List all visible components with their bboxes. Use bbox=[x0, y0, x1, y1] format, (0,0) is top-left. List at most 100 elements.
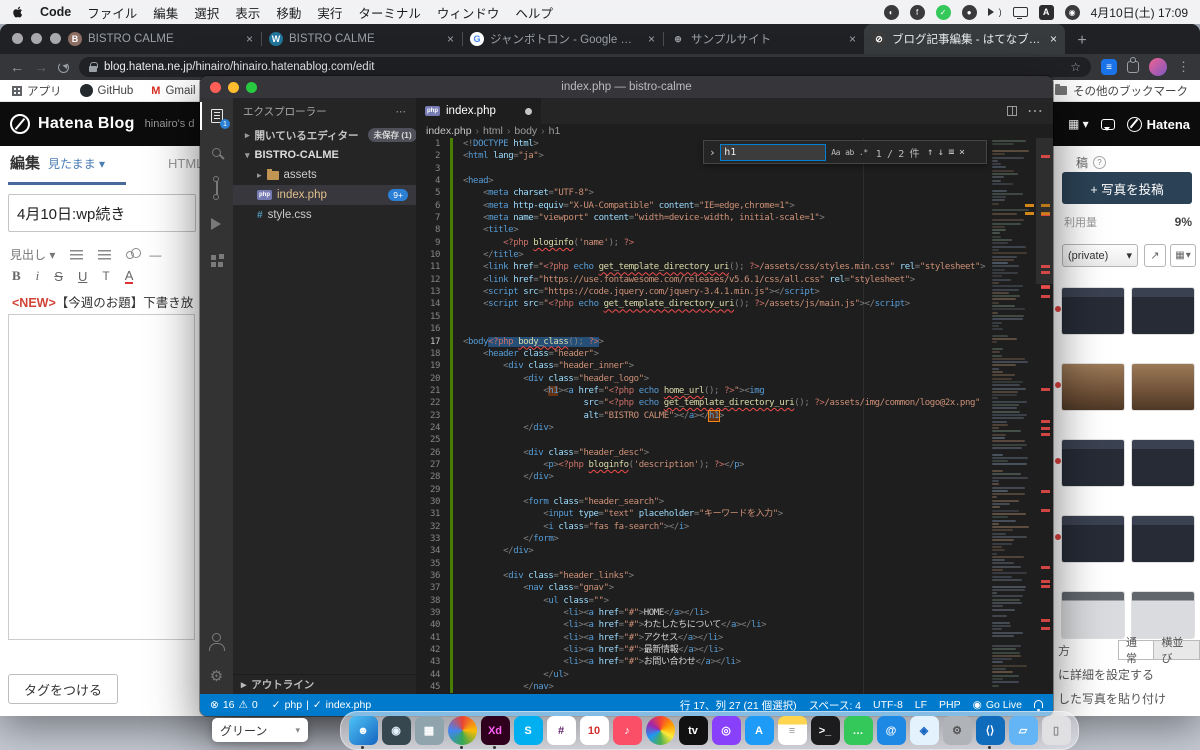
dock-calendar-icon[interactable]: 10 bbox=[579, 714, 609, 748]
code-line[interactable]: 15 bbox=[416, 310, 1053, 324]
new-tab-button[interactable]: + bbox=[1069, 28, 1095, 54]
accounts-icon[interactable] bbox=[200, 622, 233, 658]
photo-thumbnail[interactable] bbox=[1062, 288, 1124, 334]
outline-section[interactable]: ▸ アウトライン bbox=[233, 674, 416, 694]
file-index-php[interactable]: php index.php 9+ bbox=[233, 185, 416, 205]
browser-menu-icon[interactable]: ⋮ bbox=[1177, 59, 1190, 75]
menu-record-icon[interactable]: ● bbox=[961, 4, 977, 20]
dock-chrome-icon[interactable] bbox=[447, 714, 477, 749]
php-status[interactable]: ✓ php | ✓ index.php bbox=[272, 699, 371, 711]
menu-item[interactable]: 選択 bbox=[194, 3, 219, 22]
code-line[interactable]: 27 <p><?php bloginfo('description'); ?><… bbox=[416, 458, 1053, 472]
open-editors-section[interactable]: ▸ 開いているエディター 未保存 (1) bbox=[233, 125, 416, 145]
search-activity-icon[interactable] bbox=[200, 134, 233, 170]
text-size-icon[interactable]: T bbox=[102, 269, 109, 283]
bookmark-item[interactable]: GitHub bbox=[79, 83, 133, 99]
code-line[interactable]: 25 bbox=[416, 434, 1053, 447]
menu-item[interactable]: 実行 bbox=[317, 3, 342, 22]
menu-item[interactable]: 編集 bbox=[153, 3, 178, 22]
code-line[interactable]: 11 <link href="<?php echo get_template_d… bbox=[416, 261, 1053, 274]
menu-f-icon[interactable]: f bbox=[909, 4, 925, 20]
help-icon[interactable]: ? bbox=[1093, 156, 1107, 169]
dock-trash-icon[interactable]: ▯ bbox=[1041, 714, 1071, 748]
dock-launchpad-icon[interactable]: ▦ bbox=[414, 714, 444, 748]
menu-extra-icon[interactable]: ◐ bbox=[883, 4, 899, 20]
code-line[interactable]: 23 alt="BISTRO CALME"></a></h1> bbox=[416, 409, 1053, 422]
dock-music-icon[interactable]: ♪ bbox=[612, 714, 642, 748]
blog-name[interactable]: hinairo's d bbox=[145, 118, 195, 130]
explorer-actions-icon[interactable]: ⋯ bbox=[396, 106, 407, 118]
tab-close-icon[interactable]: × bbox=[849, 32, 856, 46]
problems-indicator[interactable]: ⊗ 16 ⚠ 0 bbox=[210, 699, 258, 711]
external-link-icon[interactable]: ↗ bbox=[1144, 244, 1166, 267]
notifications-bell-icon[interactable] bbox=[1034, 700, 1043, 711]
breadcrumb-item[interactable]: body bbox=[514, 125, 537, 137]
code-line[interactable]: 26 <div class="header_desc"> bbox=[416, 446, 1053, 459]
profile-avatar[interactable] bbox=[1149, 58, 1167, 76]
bookmark-star-icon[interactable]: ☆ bbox=[1070, 60, 1081, 74]
code-line[interactable]: 7 <meta name="viewport" content="width=d… bbox=[416, 212, 1053, 225]
dock-podcasts-icon[interactable]: ◎ bbox=[711, 714, 741, 748]
code-line[interactable]: 20 <div class="header_logo"> bbox=[416, 372, 1053, 385]
code-line[interactable]: 29 bbox=[416, 483, 1053, 496]
scrollbar-slider[interactable] bbox=[1036, 138, 1053, 284]
address-bar[interactable]: blog.hatena.ne.jp/hinairo/hinairo.hatena… bbox=[79, 57, 1091, 77]
minimap[interactable] bbox=[990, 138, 1036, 694]
breadcrumb-item[interactable]: html bbox=[483, 125, 503, 137]
settings-gear-icon[interactable]: ⚙ bbox=[200, 658, 233, 694]
forward-icon[interactable]: → bbox=[34, 59, 48, 75]
code-line[interactable]: 22 src="<?php echo get_template_director… bbox=[416, 397, 1053, 410]
file-style-css[interactable]: # style.css bbox=[233, 205, 416, 225]
code-line[interactable]: 5 <meta charset="UTF-8"> bbox=[416, 187, 1053, 200]
photo-thumbnail[interactable] bbox=[1132, 592, 1194, 638]
dock-safari-icon[interactable]: ◈ bbox=[909, 714, 939, 748]
browser-tab[interactable]: W BISTRO CALME × bbox=[261, 24, 462, 54]
code-line[interactable]: 10 </title> bbox=[416, 249, 1053, 262]
privacy-select[interactable]: (private) ▾ bbox=[1062, 244, 1138, 267]
code-line[interactable]: 34 </div> bbox=[416, 545, 1053, 558]
bookmark-item[interactable]: アプリ bbox=[12, 83, 62, 99]
tab-edit[interactable]: 編集 bbox=[10, 152, 40, 173]
hatena-logo-text[interactable]: Hatena Blog bbox=[38, 115, 135, 133]
editor-more-icon[interactable]: ⋯ bbox=[1027, 101, 1043, 121]
code-line[interactable]: 16 bbox=[416, 323, 1053, 336]
chat-icon[interactable] bbox=[1100, 118, 1115, 131]
mode-select[interactable]: 見たまま ▾ bbox=[48, 155, 105, 172]
close-icon[interactable]: × bbox=[959, 147, 965, 158]
dock-vscode-icon[interactable]: ⟨⟩ bbox=[975, 714, 1005, 749]
tab-close-icon[interactable]: × bbox=[447, 32, 454, 46]
code-line[interactable]: 14 <script src="<?php echo get_template_… bbox=[416, 298, 1053, 311]
dock-tv-icon[interactable]: tv bbox=[678, 714, 708, 748]
dock-slack-icon[interactable]: # bbox=[546, 714, 576, 748]
code-line[interactable]: 3 bbox=[416, 162, 1053, 176]
browser-tab[interactable]: B BISTRO CALME × bbox=[60, 24, 261, 54]
code-line[interactable]: 38 <ul class=""> bbox=[416, 594, 1053, 608]
menu-item[interactable]: ヘルプ bbox=[515, 3, 553, 22]
bold-icon[interactable]: B bbox=[12, 268, 21, 284]
dock-xd-icon[interactable]: Xd bbox=[480, 714, 510, 749]
link-icon[interactable] bbox=[126, 247, 142, 259]
text-color-icon[interactable]: A bbox=[124, 269, 134, 284]
draft-link-line[interactable]: <NEW>【今週のお題】下書き放 bbox=[12, 292, 193, 311]
code-line[interactable]: 42 <li><a href="#">最新情報</a></li> bbox=[416, 644, 1053, 657]
code-line[interactable]: 24 </div> bbox=[416, 421, 1053, 435]
segment-normal[interactable]: 通常 bbox=[1118, 637, 1155, 665]
code-line[interactable]: 40 <li><a href="#">わたしたちについて</a></li> bbox=[416, 619, 1053, 632]
code-line[interactable]: 6 <meta http-equiv="X-UA-Compatible" con… bbox=[416, 199, 1053, 213]
apple-menu-icon[interactable] bbox=[12, 5, 24, 19]
run-debug-icon[interactable] bbox=[200, 206, 233, 242]
apps-grid-icon[interactable]: ▦ ▾ bbox=[1068, 117, 1089, 131]
encoding[interactable]: UTF-8 bbox=[873, 699, 903, 711]
entry-title-input[interactable] bbox=[8, 194, 196, 232]
reload-icon[interactable] bbox=[58, 61, 69, 73]
hatena-brand[interactable]: Hatena bbox=[1126, 116, 1190, 132]
code-line[interactable]: 4 <head> bbox=[416, 175, 1053, 188]
back-icon[interactable]: ← bbox=[10, 59, 24, 75]
app-menu-name[interactable]: Code bbox=[40, 5, 71, 19]
tab-close-icon[interactable]: × bbox=[648, 32, 655, 46]
code-line[interactable]: 32 <i class="fas fa-search"></i> bbox=[416, 520, 1053, 533]
code-line[interactable]: 36 <div class="header_links"> bbox=[416, 570, 1053, 583]
post-photo-button[interactable]: + 写真を投稿 bbox=[1062, 172, 1192, 204]
tab-index-php[interactable]: php index.php bbox=[416, 98, 541, 124]
split-editor-icon[interactable] bbox=[1007, 106, 1017, 116]
